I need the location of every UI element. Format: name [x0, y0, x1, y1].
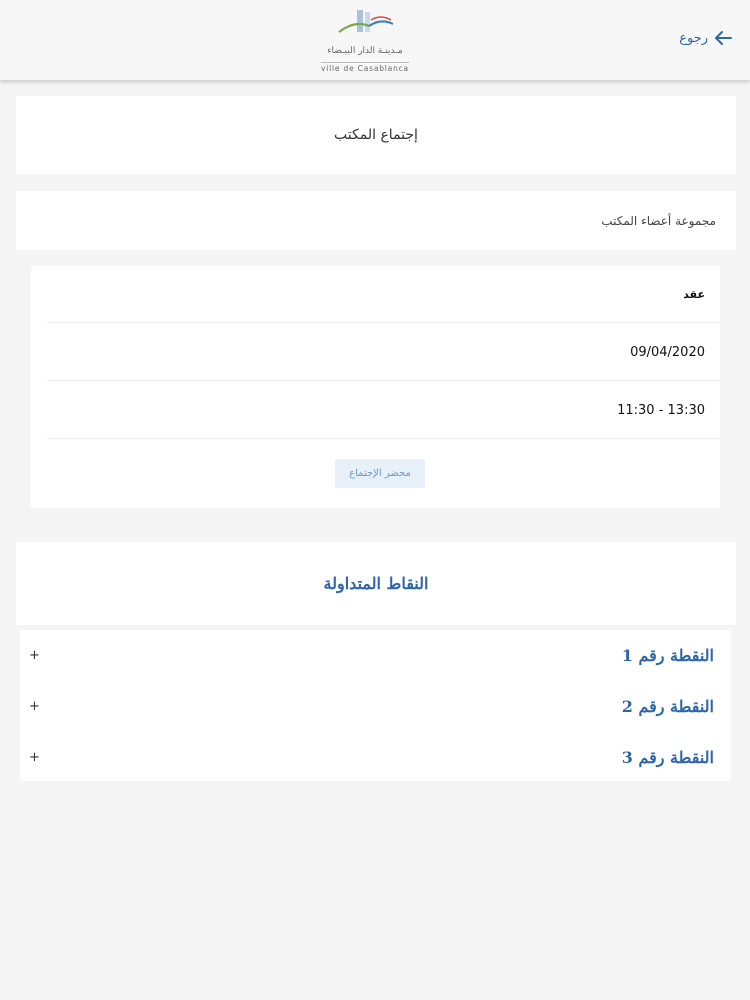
- arrow-left-icon: [715, 31, 732, 45]
- meeting-info-card: عقد 09/04/2020 13:30 - 11:30 محضر الإجتم…: [31, 266, 720, 508]
- meeting-status: عقد: [683, 287, 705, 301]
- points-heading: النقاط المتداولة: [323, 574, 429, 593]
- meeting-title: إجتماع المكتب: [334, 127, 418, 143]
- point-item[interactable]: + النقطة رقم 3: [20, 732, 731, 782]
- back-label: رجوع: [679, 30, 708, 46]
- casablanca-logo: مـدينـة الدار البيـضاء ville de Casablan…: [300, 6, 430, 74]
- app-header: مـدينـة الدار البيـضاء ville de Casablan…: [0, 0, 750, 80]
- logo-text-fr: ville de Casablanca: [321, 62, 409, 73]
- time-row: 13:30 - 11:30: [47, 382, 720, 439]
- point-label: النقطة رقم 1: [621, 645, 714, 665]
- meeting-minutes-button[interactable]: محضر الإجتماع: [335, 459, 425, 488]
- status-row: عقد: [47, 266, 720, 323]
- meeting-group: مجموعة أعضاء المكتب: [601, 213, 716, 228]
- meeting-date: 09/04/2020: [630, 344, 705, 360]
- back-button[interactable]: رجوع: [679, 30, 732, 46]
- point-label: النقطة رقم 3: [621, 747, 714, 767]
- expand-plus-icon[interactable]: +: [29, 648, 40, 663]
- meeting-title-card: إجتماع المكتب: [16, 96, 736, 174]
- date-row: 09/04/2020: [47, 324, 720, 381]
- logo-emblem-icon: [338, 10, 394, 33]
- point-item[interactable]: + النقطة رقم 2: [20, 681, 731, 731]
- expand-plus-icon[interactable]: +: [29, 750, 40, 765]
- logo-text-ar: مـدينـة الدار البيـضاء: [327, 46, 403, 56]
- point-label: النقطة رقم 2: [621, 696, 714, 716]
- expand-plus-icon[interactable]: +: [29, 699, 40, 714]
- points-heading-card: النقاط المتداولة: [16, 542, 736, 625]
- points-accordion: + النقطة رقم 1 + النقطة رقم 2 + النقطة ر…: [20, 630, 731, 781]
- meeting-time: 13:30 - 11:30: [617, 402, 705, 418]
- meeting-group-card: مجموعة أعضاء المكتب: [16, 191, 736, 250]
- point-item[interactable]: + النقطة رقم 1: [20, 630, 731, 680]
